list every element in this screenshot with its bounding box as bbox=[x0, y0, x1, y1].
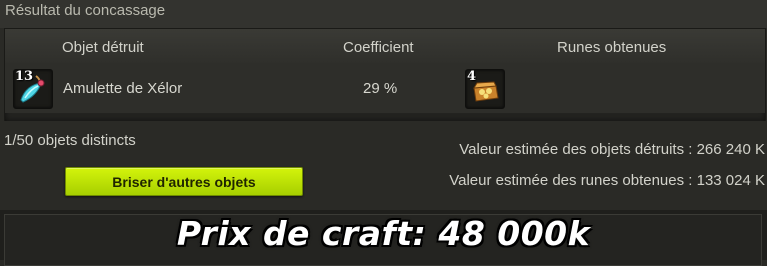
table-row[interactable]: 13 Amulette de Xélor 29 % 4 bbox=[5, 63, 765, 113]
craft-price-caption: Prix de craft: 48 000k bbox=[176, 214, 591, 253]
rune-quantity: 4 bbox=[467, 69, 477, 84]
column-header-coefficient: Coefficient bbox=[343, 39, 414, 56]
rune-slot[interactable]: 4 bbox=[465, 69, 505, 109]
item-coefficient: 29 % bbox=[363, 80, 398, 97]
footer: 1/50 objets distincts Briser d'autres ob… bbox=[0, 121, 767, 211]
item-slot[interactable]: 13 bbox=[13, 69, 53, 109]
column-header-object: Objet détruit bbox=[62, 39, 144, 56]
estimated-value-destroyed: Valeur estimée des objets détruits : 266… bbox=[459, 141, 765, 158]
distinct-count: 1/50 objets distincts bbox=[4, 132, 136, 149]
panel-title: Résultat du concassage bbox=[5, 2, 166, 19]
break-other-objects-button[interactable]: Briser d'autres objets bbox=[65, 167, 303, 196]
button-label: Briser d'autres objets bbox=[112, 173, 256, 190]
results-table: Objet détruit Coefficient Runes obtenues… bbox=[4, 28, 766, 122]
item-name: Amulette de Xélor bbox=[63, 80, 183, 97]
column-header-runes: Runes obtenues bbox=[557, 39, 667, 56]
item-quantity: 13 bbox=[15, 69, 34, 84]
table-header: Objet détruit Coefficient Runes obtenues bbox=[5, 29, 765, 64]
estimated-value-runes: Valeur estimée des runes obtenues : 133 … bbox=[449, 172, 765, 189]
panel-header: Résultat du concassage bbox=[0, 0, 767, 28]
